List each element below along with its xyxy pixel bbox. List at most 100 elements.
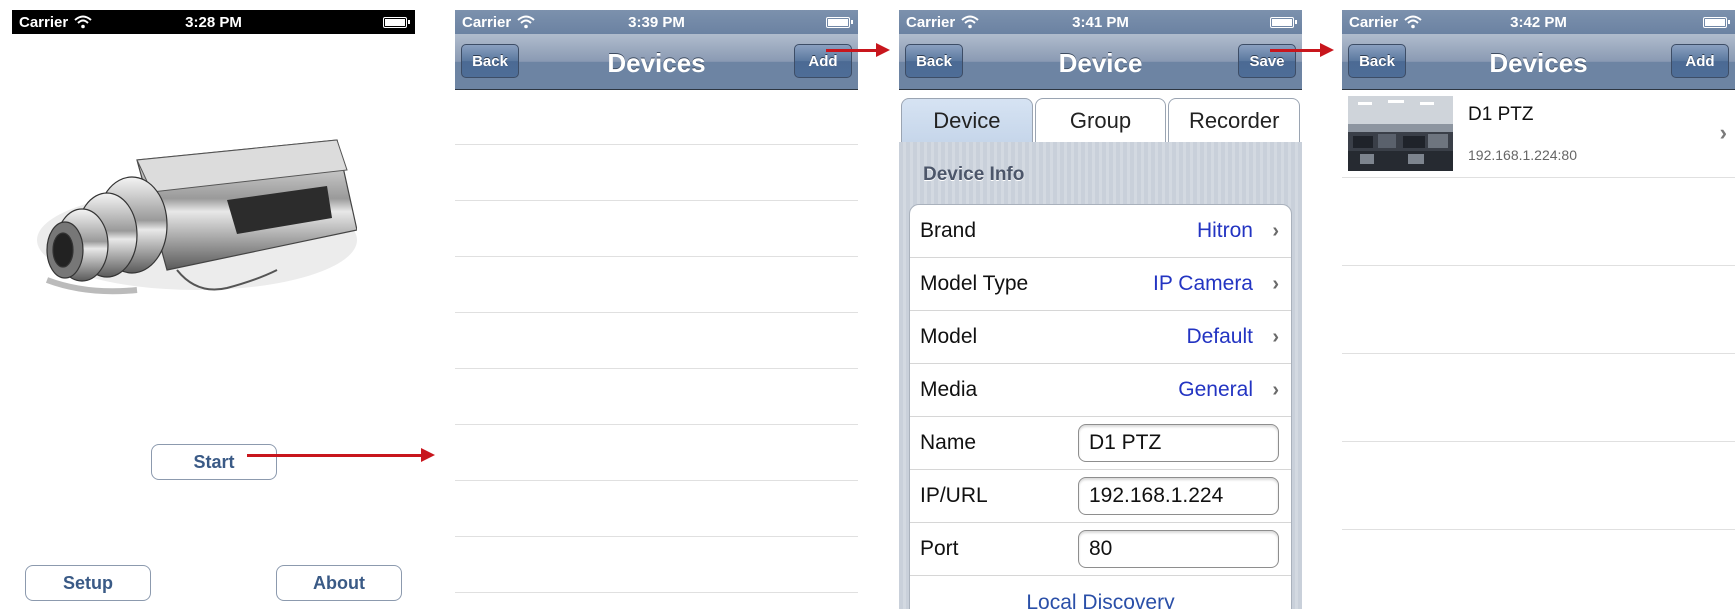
port-field[interactable]: 80 <box>1078 530 1279 568</box>
status-time: 3:28 PM <box>185 13 242 31</box>
tab-recorder[interactable]: Recorder <box>1168 98 1301 142</box>
add-label: Add <box>808 52 838 70</box>
add-button[interactable]: Add <box>1671 44 1729 78</box>
save-label: Save <box>1249 52 1285 70</box>
ip-url-row: IP/URL 192.168.1.224 <box>910 470 1291 523</box>
brand-row[interactable]: Brand Hitron › <box>910 205 1291 258</box>
device-name: D1 PTZ <box>1468 104 1534 125</box>
grouped-table: Device Info Brand Hitron › Model Type IP… <box>899 142 1302 609</box>
wifi-icon <box>961 15 979 29</box>
device-edit-screen: Carrier 3:41 PM Back Device Save Device … <box>899 10 1302 609</box>
tab-label: Device <box>933 107 1001 133</box>
flow-arrow-start-to-devices <box>247 448 435 462</box>
local-discovery-button[interactable]: Local Discovery <box>920 591 1281 609</box>
carrier: Carrier <box>906 14 979 31</box>
list-item <box>455 481 858 537</box>
chevron-right-icon: › <box>1719 120 1727 145</box>
about-button[interactable]: About <box>276 565 402 601</box>
devices-empty-screen: Carrier 3:39 PM Back Devices Add <box>455 10 858 609</box>
chevron-right-icon: › <box>1272 272 1279 295</box>
wifi-icon <box>1404 15 1422 29</box>
launch-screen: Carrier 3:28 PM Start Setup About <box>12 10 415 609</box>
start-label: Start <box>193 451 235 472</box>
setup-button[interactable]: Setup <box>25 565 151 601</box>
wifi-icon <box>74 15 92 29</box>
add-label: Add <box>1685 52 1715 70</box>
setup-label: Setup <box>62 572 113 593</box>
back-label: Back <box>472 52 508 70</box>
flow-arrow-add-to-device <box>826 43 890 57</box>
list-item <box>455 257 858 313</box>
battery-icon <box>826 17 853 28</box>
status-time: 3:42 PM <box>1510 13 1567 31</box>
back-label: Back <box>1359 52 1395 70</box>
row-label: Model Type <box>920 272 1029 295</box>
list-item <box>455 425 858 481</box>
back-button[interactable]: Back <box>1348 44 1406 78</box>
row-value: IP Camera <box>1153 272 1253 295</box>
flow-arrow-save-to-devices <box>1270 43 1334 57</box>
list-item <box>455 537 858 593</box>
name-row: Name D1 PTZ <box>910 417 1291 470</box>
navigation-bar: Back Devices Add <box>455 34 858 90</box>
row-label: Media <box>920 378 978 401</box>
carrier-label: Carrier <box>906 13 956 31</box>
list-item <box>1342 442 1735 530</box>
device-info-group: Brand Hitron › Model Type IP Camera › Mo… <box>909 204 1292 609</box>
model-row[interactable]: Model Default › <box>910 311 1291 364</box>
name-field[interactable]: D1 PTZ <box>1078 424 1279 462</box>
battery-icon <box>383 17 410 28</box>
camera-thumbnail <box>1348 96 1453 171</box>
chevron-right-icon: › <box>1272 219 1279 242</box>
device-list-item[interactable]: D1 PTZ 192.168.1.224:80 › <box>1342 90 1735 178</box>
status-bar: Carrier 3:28 PM <box>12 10 415 34</box>
navigation-bar: Back Devices Add <box>1342 34 1735 90</box>
row-label: Port <box>920 537 959 560</box>
row-value: Hitron <box>1196 219 1253 242</box>
device-list: D1 PTZ 192.168.1.224:80 › <box>1342 90 1735 530</box>
status-time: 3:39 PM <box>628 13 685 31</box>
start-button[interactable]: Start <box>151 444 277 480</box>
device-list <box>455 90 858 593</box>
row-label: Brand <box>920 219 977 242</box>
row-label: IP/URL <box>920 484 988 507</box>
carrier: Carrier <box>1349 14 1422 31</box>
office-snapshot-image <box>1348 96 1453 171</box>
status-bar: Carrier 3:39 PM <box>455 10 858 34</box>
tab-label: Recorder <box>1188 107 1280 133</box>
section-header: Device Info <box>923 164 1025 185</box>
devices-list-screen: Carrier 3:42 PM Back Devices Add D1 PTZ … <box>1342 10 1735 609</box>
tab-label: Group <box>1069 107 1132 133</box>
ip-url-field[interactable]: 192.168.1.224 <box>1078 477 1279 515</box>
battery-icon <box>1270 17 1297 28</box>
list-item <box>455 369 858 425</box>
back-button[interactable]: Back <box>461 44 519 78</box>
carrier: Carrier <box>462 14 535 31</box>
carrier: Carrier <box>19 14 92 31</box>
list-item <box>1342 266 1735 354</box>
carrier-label: Carrier <box>19 13 69 31</box>
list-item <box>455 90 858 145</box>
list-item <box>1342 354 1735 442</box>
about-label: About <box>313 572 365 593</box>
media-row[interactable]: Media General › <box>910 364 1291 417</box>
navigation-bar: Back Device Save <box>899 34 1302 90</box>
list-item <box>455 201 858 257</box>
carrier-label: Carrier <box>1349 13 1399 31</box>
model-type-row[interactable]: Model Type IP Camera › <box>910 258 1291 311</box>
back-button[interactable]: Back <box>905 44 963 78</box>
status-bar: Carrier 3:41 PM <box>899 10 1302 34</box>
carrier-label: Carrier <box>462 13 512 31</box>
status-time: 3:41 PM <box>1072 13 1129 31</box>
row-label: Model <box>920 325 978 348</box>
local-discovery-row[interactable]: Local Discovery <box>910 576 1291 609</box>
battery-icon <box>1703 17 1730 28</box>
tab-bar: Device Group Recorder <box>899 98 1302 142</box>
wifi-icon <box>517 15 535 29</box>
status-bar: Carrier 3:42 PM <box>1342 10 1735 34</box>
port-row: Port 80 <box>910 523 1291 576</box>
tab-device[interactable]: Device <box>901 98 1033 142</box>
tab-group[interactable]: Group <box>1034 98 1167 142</box>
list-item <box>455 313 858 369</box>
list-item <box>1342 178 1735 266</box>
